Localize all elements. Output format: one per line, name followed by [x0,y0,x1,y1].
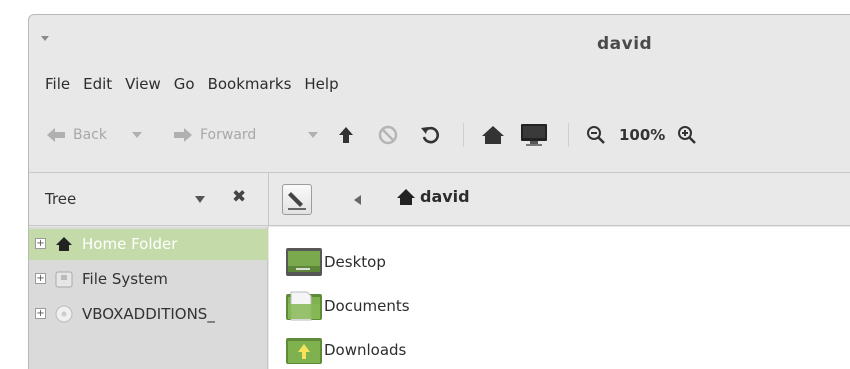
menu-bar: File Edit View Go Bookmarks Help [45,75,352,99]
title-bar[interactable]: david [29,15,850,65]
toolbar-separator [568,123,569,147]
path-back-arrow-icon[interactable] [354,195,361,205]
home-icon [397,188,415,205]
documents-folder-icon [286,291,322,321]
menu-edit[interactable]: Edit [83,75,112,99]
menu-bookmarks[interactable]: Bookmarks [208,75,292,99]
home-icon [482,126,504,144]
stop-icon [378,125,398,145]
side-pane-dropdown-icon[interactable] [195,196,205,203]
forward-arrow-icon [174,128,192,142]
zoom-level: 100% [619,115,665,155]
chevron-down-icon [308,132,318,138]
tree-item-label: Home Folder [82,235,178,253]
forward-label: Forward [200,127,257,143]
tree-item-vboxadditions[interactable]: + VBOXADDITIONS_ [29,299,268,330]
back-label: Back [73,127,107,143]
tree-item-label: VBOXADDITIONS_ [82,305,215,323]
file-item-desktop[interactable]: Desktop [285,242,386,282]
reload-icon [421,126,439,144]
side-pane-title: Tree [45,190,77,208]
window-menu-icon[interactable] [41,36,49,41]
file-manager-window: david File Edit View Go Bookmarks Help B… [28,14,850,369]
zoom-level-text: 100% [619,126,666,144]
back-history-dropdown[interactable] [131,115,143,155]
file-name: Downloads [324,341,407,359]
sidebar-tree: + Home Folder + File System + VBOXADDITI… [29,227,268,369]
menu-go[interactable]: Go [174,75,195,99]
file-name: Desktop [324,253,386,271]
back-arrow-icon [47,128,65,142]
zoom-out-button[interactable] [586,115,606,155]
tree-item-home-folder[interactable]: + Home Folder [29,229,268,260]
file-name: Documents [324,297,410,315]
expand-icon[interactable]: + [35,273,46,284]
tree-item-label: File System [82,270,168,288]
chevron-down-icon [132,132,142,138]
computer-monitor-icon [521,124,547,146]
cdrom-icon [55,305,73,323]
breadcrumb-label: david [420,187,470,206]
tree-item-file-system[interactable]: + File System [29,264,268,295]
home-button[interactable] [481,115,505,155]
up-arrow-icon [339,127,353,143]
pane-divider [268,173,269,227]
menu-view[interactable]: View [125,75,161,99]
window-title: david [597,34,653,54]
up-button[interactable] [337,115,355,155]
file-item-documents[interactable]: Documents [285,286,410,326]
location-bar: Tree ✖ david [29,172,850,227]
zoom-in-button[interactable] [677,115,697,155]
computer-button[interactable] [519,115,549,155]
forward-button[interactable]: Forward [172,115,256,155]
downloads-folder-icon [286,338,322,364]
file-item-downloads[interactable]: Downloads [285,330,406,369]
expand-icon[interactable]: + [35,238,46,249]
drive-icon [55,271,73,288]
desktop-folder-icon [286,248,322,276]
back-button[interactable]: Back [45,115,107,155]
breadcrumb-home[interactable]: david [396,187,470,206]
reload-button[interactable] [419,115,441,155]
forward-history-dropdown[interactable] [307,115,319,155]
expand-icon[interactable]: + [35,308,46,319]
close-side-pane-icon[interactable]: ✖ [232,187,246,207]
file-list: Desktop Documents Downloads [269,227,850,369]
stop-button[interactable] [377,115,399,155]
zoom-out-icon [587,126,605,144]
toolbar-separator [463,123,464,147]
toolbar: Back Forward 100% [29,115,850,155]
menu-file[interactable]: File [45,75,70,99]
toggle-location-entry-button[interactable] [282,184,312,215]
pencil-icon [288,192,306,210]
home-icon [56,237,72,251]
zoom-in-icon [678,126,696,144]
menu-help[interactable]: Help [304,75,338,99]
